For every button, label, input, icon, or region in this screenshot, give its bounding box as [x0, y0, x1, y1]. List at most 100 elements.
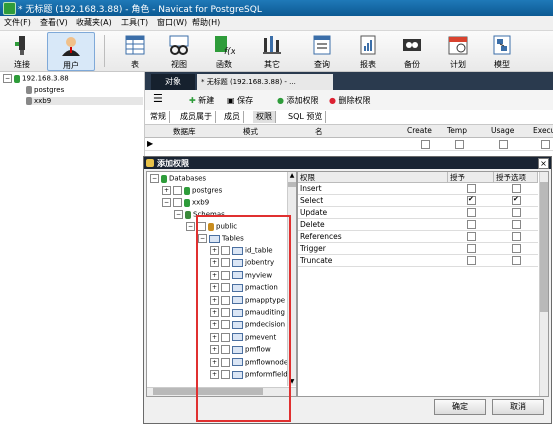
window-title: * 无标题 (192.168.3.88) - 角色 - Navicat for …	[18, 5, 262, 15]
expand-icon[interactable]: +	[162, 186, 171, 195]
grid-scroll-thumb[interactable]	[540, 182, 548, 312]
schedule-button[interactable]: 计划	[440, 32, 476, 69]
delete-privilege-button[interactable]: ● 删除权限	[329, 95, 371, 106]
col-execute: Execu	[533, 126, 553, 135]
menu-tools[interactable]: 工具(T)	[121, 17, 148, 28]
menu-bar: 文件(F) 查看(V) 收藏夹(A) 工具(T) 窗口(W) 帮助(H)	[0, 16, 553, 31]
database-icon	[184, 198, 190, 207]
grant-option-checkbox[interactable]	[512, 256, 521, 265]
table-button[interactable]: 表	[118, 32, 152, 69]
grant-option-checkbox[interactable]	[512, 184, 521, 193]
privilege-row[interactable]: Delete	[298, 219, 538, 231]
execute-checkbox[interactable]	[541, 140, 550, 149]
new-button[interactable]: ✚ 新建	[189, 95, 214, 106]
temp-checkbox[interactable]	[455, 140, 464, 149]
tab-privileges[interactable]: 权限	[253, 111, 276, 123]
model-button[interactable]: 模型	[484, 32, 520, 69]
postgres-checkbox[interactable]	[173, 186, 182, 195]
menu-file[interactable]: 文件(F)	[4, 17, 31, 28]
user-button[interactable]: 用户	[47, 32, 95, 71]
privilege-row[interactable]: References	[298, 231, 538, 243]
svg-text:f(x): f(x)	[224, 47, 235, 56]
tab-member-of[interactable]: 成员属于	[177, 111, 216, 123]
others-icon	[263, 36, 281, 54]
function-button[interactable]: f(x) 函数	[206, 32, 242, 69]
grid-vertical-scrollbar[interactable]	[539, 172, 548, 396]
tab-strip: 对象 * 无标题 (192.168.3.88) - ...	[145, 72, 553, 90]
menu-window[interactable]: 窗口(W)	[157, 17, 187, 28]
privilege-row[interactable]: Truncate	[298, 255, 538, 267]
privilege-row[interactable]: Select	[298, 195, 538, 207]
scroll-up-icon[interactable]: ▲	[288, 172, 296, 180]
connection-tree: −192.168.3.88 postgres xxb9	[0, 72, 145, 424]
xxb9-checkbox[interactable]	[173, 198, 182, 207]
privilege-name: References	[300, 232, 342, 241]
tree-xxb9[interactable]: − xxb9	[162, 198, 209, 207]
col-privilege: 权限	[298, 172, 448, 183]
collapse-icon[interactable]: −	[174, 210, 183, 219]
col-create: Create	[407, 126, 432, 135]
schedule-icon	[448, 36, 468, 55]
privileges-grid-row[interactable]: ▶	[145, 138, 553, 151]
usage-checkbox[interactable]	[499, 140, 508, 149]
collapse-icon[interactable]: −	[186, 222, 195, 231]
query-button[interactable]: 查询	[304, 32, 340, 69]
grant-option-checkbox[interactable]	[512, 195, 521, 205]
menu-help[interactable]: 帮助(H)	[192, 17, 220, 28]
model-icon	[493, 35, 511, 55]
grant-option-checkbox[interactable]	[512, 220, 521, 229]
backup-icon	[403, 39, 421, 51]
grant-checkbox[interactable]	[467, 195, 476, 205]
menu-icon[interactable]: ☰	[153, 92, 163, 105]
save-icon: ▣	[227, 96, 235, 105]
grant-option-checkbox[interactable]	[512, 244, 521, 253]
tab-objects[interactable]: 对象	[151, 74, 195, 90]
tab-members[interactable]: 成员	[221, 111, 244, 123]
collapse-icon[interactable]: −	[162, 198, 171, 207]
privilege-row[interactable]: Insert	[298, 183, 538, 195]
tab-sql-preview[interactable]: SQL 预览	[285, 111, 327, 123]
collapse-icon[interactable]: −	[3, 74, 12, 83]
col-database: 数据库	[173, 127, 196, 136]
tree-server[interactable]: −192.168.3.88	[3, 74, 69, 83]
backup-button[interactable]: 备份	[394, 32, 430, 69]
menu-favorites[interactable]: 收藏夹(A)	[76, 17, 112, 28]
toolbar-separator	[104, 35, 105, 67]
menu-view[interactable]: 查看(V)	[40, 17, 68, 28]
grant-checkbox[interactable]	[467, 184, 476, 193]
grant-checkbox[interactable]	[467, 256, 476, 265]
cancel-button[interactable]: 取消	[492, 399, 544, 415]
privilege-name: Insert	[300, 184, 322, 193]
add-privilege-button[interactable]: ● 添加权限	[277, 95, 319, 106]
grant-checkbox[interactable]	[467, 244, 476, 253]
save-button[interactable]: ▣ 保存	[227, 95, 253, 106]
grant-option-checkbox[interactable]	[512, 232, 521, 241]
ok-button[interactable]: 确定	[434, 399, 486, 415]
privilege-row[interactable]: Trigger	[298, 243, 538, 255]
collapse-icon[interactable]: −	[150, 174, 159, 183]
create-checkbox[interactable]	[421, 140, 430, 149]
others-button[interactable]: 其它	[252, 32, 292, 69]
grant-checkbox[interactable]	[467, 208, 476, 217]
close-icon[interactable]: ×	[538, 158, 549, 169]
tree-postgres[interactable]: + postgres	[162, 186, 222, 195]
database-icon	[184, 186, 190, 195]
report-icon	[360, 35, 376, 55]
grant-option-checkbox[interactable]	[512, 208, 521, 217]
report-button[interactable]: 报表	[350, 32, 386, 69]
tree-databases[interactable]: − Databases	[150, 174, 206, 183]
dialog-title-bar: 添加权限 ×	[144, 157, 551, 169]
delete-icon: ●	[329, 96, 336, 105]
grant-checkbox[interactable]	[467, 232, 476, 241]
privilege-grid: 权限 授予 授予选项 Insert Select Update Delete Refer…	[297, 171, 549, 397]
object-toolbar: ☰ ✚ 新建 ▣ 保存 ● 添加权限 ● 删除权限	[145, 90, 553, 111]
connection-button[interactable]: 连接	[4, 32, 40, 69]
view-button[interactable]: 视图	[162, 32, 196, 69]
tab-general[interactable]: 常规	[147, 111, 170, 123]
privilege-row[interactable]: Update	[298, 207, 538, 219]
tree-db-xxb9[interactable]: xxb9	[26, 97, 143, 105]
grant-checkbox[interactable]	[467, 220, 476, 229]
tab-role[interactable]: * 无标题 (192.168.3.88) - ...	[197, 74, 333, 90]
tree-db-postgres[interactable]: postgres	[26, 86, 64, 94]
scroll-thumb[interactable]	[288, 182, 296, 187]
